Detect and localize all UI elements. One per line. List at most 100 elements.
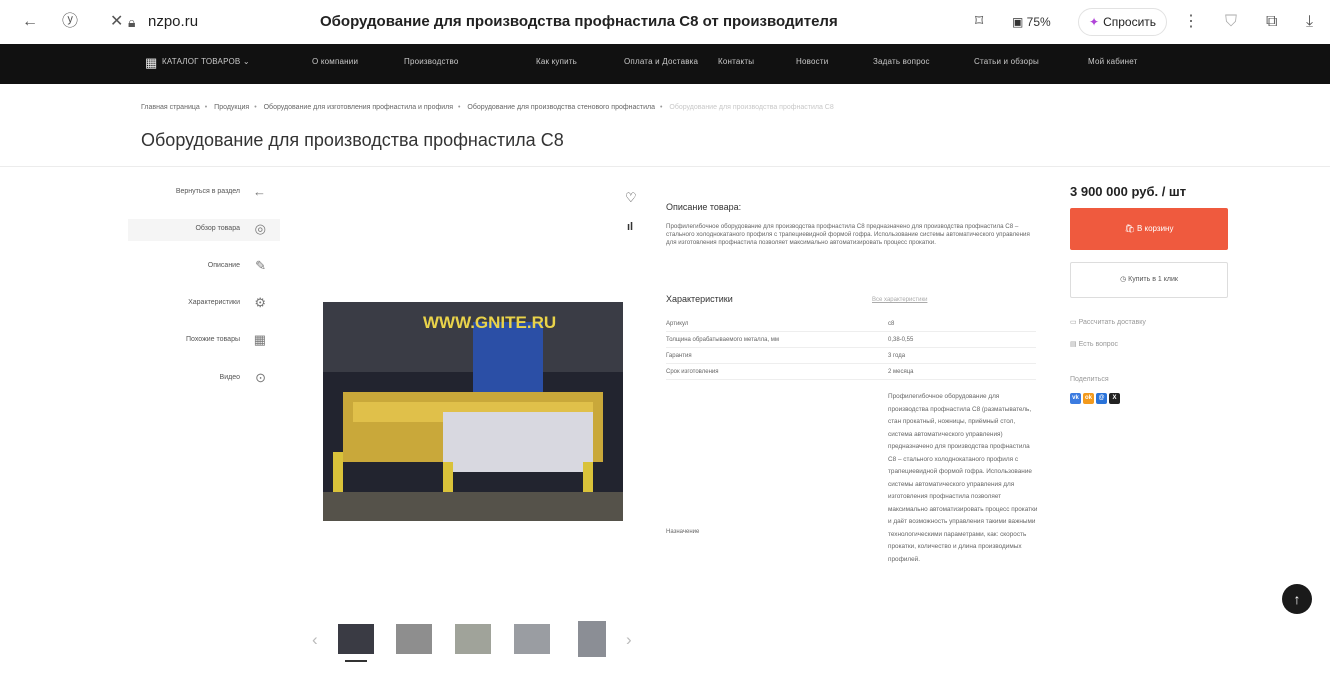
side-item-label: Видео bbox=[219, 374, 240, 381]
spec-value: 3 года bbox=[888, 353, 906, 359]
spec-row: Срок изготовления 2 месяца bbox=[666, 366, 1036, 380]
nav-ask-question[interactable]: Задать вопрос bbox=[873, 57, 930, 66]
x-share-icon[interactable]: X bbox=[1109, 393, 1120, 404]
side-video[interactable]: Видео ⊙ bbox=[128, 368, 268, 390]
truck-icon: ▭ bbox=[1070, 319, 1079, 326]
side-similar[interactable]: Похожие товары ▦ bbox=[128, 330, 268, 352]
thumbnail[interactable] bbox=[514, 624, 550, 654]
buy-one-click-button[interactable]: ◷ Купить в 1 клик bbox=[1070, 262, 1228, 298]
vk-share-icon[interactable]: vk bbox=[1070, 393, 1081, 404]
watermark-text: WWW.GNITE.RU bbox=[423, 313, 556, 332]
cart-icon: 🛍︎ bbox=[1124, 224, 1137, 233]
spec-key: Срок изготовления bbox=[666, 369, 719, 375]
back-icon[interactable]: ← bbox=[22, 11, 38, 33]
pencil-icon: ✎ bbox=[255, 258, 266, 273]
reader-icon: ▣ bbox=[1012, 15, 1027, 29]
divider bbox=[0, 166, 1330, 167]
spec-value: c8 bbox=[888, 321, 895, 327]
nav-news[interactable]: Новости bbox=[796, 57, 828, 66]
ask-button[interactable]: ✦ Спросить bbox=[1078, 8, 1168, 36]
thumb-prev-arrow[interactable]: ‹ bbox=[312, 630, 318, 650]
breadcrumb: Главная страница • Продукция • Оборудовани… bbox=[141, 104, 834, 111]
side-description[interactable]: Описание ✎ bbox=[128, 256, 268, 278]
side-back-to-section[interactable]: Вернуться в раздел ← bbox=[128, 182, 268, 204]
address-bar[interactable]: nzpo.ru bbox=[148, 11, 198, 33]
side-characteristics[interactable]: Характеристики ⚙ bbox=[128, 293, 268, 315]
product-main-image[interactable]: WWW.GNITE.RU bbox=[323, 302, 623, 521]
scroll-top-button[interactable]: ↑ bbox=[1282, 584, 1312, 614]
ask-label: Спросить bbox=[1103, 15, 1157, 29]
nav-payment-delivery[interactable]: Оплата и Доставка bbox=[624, 57, 698, 66]
breadcrumb-item[interactable]: Оборудование для производства стенового … bbox=[467, 104, 655, 111]
nav-articles[interactable]: Статьи и обзоры bbox=[974, 57, 1039, 66]
thumbnail[interactable] bbox=[396, 624, 432, 654]
nav-how-to-buy[interactable]: Как купить bbox=[536, 57, 577, 66]
nav-contacts[interactable]: Контакты bbox=[718, 57, 754, 66]
spec-key: Назначение bbox=[666, 529, 700, 535]
zoom-indicator[interactable]: ▣ 75% bbox=[1012, 12, 1051, 32]
spec-key: Гарантия bbox=[666, 353, 692, 359]
thumb-next-arrow[interactable]: › bbox=[626, 630, 632, 650]
breadcrumb-current: Оборудование для производства профнастил… bbox=[669, 104, 834, 111]
extensions-icon[interactable]: ⧉ bbox=[1266, 11, 1277, 33]
thumbnail[interactable] bbox=[338, 624, 374, 654]
machine-photo: WWW.GNITE.RU bbox=[323, 302, 623, 521]
spec-row: Артикул c8 bbox=[666, 318, 1036, 332]
side-overview[interactable]: Обзор товара ◎ bbox=[128, 219, 280, 241]
calc-delivery-link[interactable]: ▭ Рассчитать доставку bbox=[1070, 318, 1146, 326]
side-item-label: Похожие товары bbox=[186, 336, 240, 343]
download-icon[interactable]: ⤓ bbox=[1306, 11, 1313, 33]
thumbnail[interactable] bbox=[578, 621, 606, 657]
favorite-icon[interactable]: ♡ bbox=[625, 190, 637, 206]
all-characteristics-link[interactable]: Все характеристики bbox=[872, 297, 927, 303]
lock-icon: 🔒︎ bbox=[128, 14, 136, 30]
play-icon: ⊙ bbox=[255, 370, 266, 385]
click-icon: ◷ bbox=[1120, 276, 1129, 283]
mail-share-icon[interactable]: @ bbox=[1096, 393, 1107, 404]
breadcrumb-item[interactable]: Продукция bbox=[214, 104, 249, 111]
compare-icon[interactable]: ıl bbox=[627, 221, 633, 233]
characteristics-title: Характеристики bbox=[666, 294, 733, 304]
grid-icon: ▦ bbox=[253, 332, 266, 347]
nav-production[interactable]: Производство bbox=[404, 57, 459, 66]
bookmark-icon[interactable]: ⌑ bbox=[975, 11, 983, 33]
add-to-cart-button[interactable]: 🛍︎ В корзину bbox=[1070, 208, 1228, 250]
eye-icon: ◎ bbox=[254, 221, 266, 236]
shield-icon[interactable]: ⛉ bbox=[1225, 11, 1237, 33]
spec-key: Артикул bbox=[666, 321, 689, 327]
nav-about[interactable]: О компании bbox=[312, 57, 358, 66]
browser-page-title: Оборудование для производства профнастил… bbox=[320, 13, 838, 30]
spec-value: 0,38-0,55 bbox=[888, 337, 914, 343]
thumb-active-indicator bbox=[345, 660, 367, 662]
thumbnail[interactable] bbox=[455, 624, 491, 654]
sparkle-icon: ✦ bbox=[1089, 15, 1100, 29]
breadcrumb-item[interactable]: Оборудование для изготовления профнастил… bbox=[264, 104, 453, 111]
nav-my-account[interactable]: Мой кабинет bbox=[1088, 57, 1138, 66]
browser-toolbar: ← ⓨ ✕ 🔒︎ nzpo.ru Оборудование для произв… bbox=[0, 0, 1330, 44]
zoom-level: 75% bbox=[1026, 15, 1051, 29]
spec-value: 2 месяца bbox=[888, 369, 914, 375]
grid-icon: ▦ bbox=[145, 55, 158, 70]
breadcrumb-item[interactable]: Главная страница bbox=[141, 104, 200, 111]
description-text: Профилегибочное оборудование для произво… bbox=[666, 223, 1030, 246]
spec-key: Толщина обрабатываемого металла, мм bbox=[666, 337, 780, 343]
chat-icon: ▤ bbox=[1070, 341, 1079, 348]
catalog-menu[interactable]: КАТАЛОГ ТОВАРОВ ⌄ bbox=[162, 57, 250, 66]
yandex-icon[interactable]: ⓨ bbox=[62, 11, 78, 33]
side-item-label: Описание bbox=[207, 262, 240, 269]
top-navigation: ▦ КАТАЛОГ ТОВАРОВ ⌄ О компании Производс… bbox=[0, 44, 1330, 84]
arrow-left-icon: ← bbox=[253, 184, 266, 199]
page-title: Оборудование для производства профнастил… bbox=[141, 130, 564, 150]
ok-share-icon[interactable]: ok bbox=[1083, 393, 1094, 404]
spec-row: Толщина обрабатываемого металла, мм 0,38… bbox=[666, 334, 1036, 348]
spec-row: Гарантия 3 года bbox=[666, 350, 1036, 364]
ask-question-link[interactable]: ▤ Есть вопрос bbox=[1070, 340, 1118, 348]
gear-icon: ⚙ bbox=[254, 295, 266, 310]
one-click-label: Купить в 1 клик bbox=[1128, 276, 1178, 283]
close-icon[interactable]: ✕ bbox=[110, 11, 123, 33]
more-icon[interactable]: ⋮ bbox=[1183, 11, 1199, 33]
price: 3 900 000 руб. / шт bbox=[1070, 184, 1187, 199]
spec-value-purpose: Профилегибочное оборудование для произво… bbox=[888, 393, 1038, 563]
side-item-label: Вернуться в раздел bbox=[175, 188, 240, 195]
side-item-label: Характеристики bbox=[188, 299, 240, 306]
